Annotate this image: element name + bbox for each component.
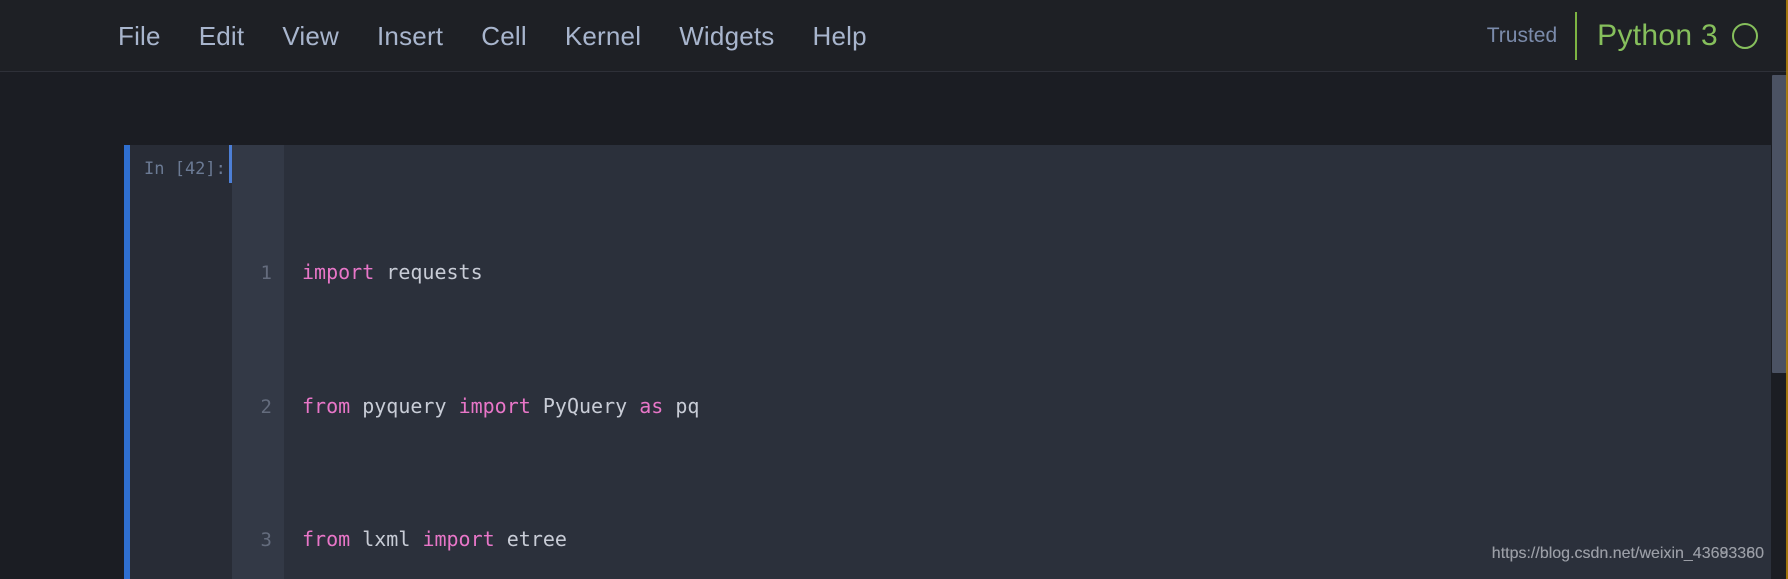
kernel-idle-circle-icon[interactable] [1732, 23, 1758, 49]
line-number: 3 [260, 529, 272, 552]
menu-item-file[interactable]: File [118, 23, 161, 49]
menu-item-kernel[interactable]: Kernel [565, 23, 641, 49]
menu-item-view[interactable]: View [282, 23, 339, 49]
menu-item-insert[interactable]: Insert [377, 23, 443, 49]
code-line-text: from pyquery import PyQuery as pq [302, 393, 700, 418]
line-number: 1 [260, 262, 272, 285]
code-line-text: from lxml import etree [302, 527, 567, 552]
jupyter-notebook-window: File Edit View Insert Cell Kernel Widget… [0, 0, 1788, 579]
cell-prompt-label: In [42]: [130, 145, 232, 579]
notebook-scroll-area[interactable]: In [42]: 1 import requests 2 from pyquer… [0, 73, 1788, 579]
code-line: 2 from pyquery import PyQuery as pq [232, 390, 1774, 423]
code-editor[interactable]: 1 import requests 2 from pyquery import … [232, 145, 1774, 579]
code-content[interactable]: 1 import requests 2 from pyquery import … [232, 145, 1774, 579]
vertical-scrollbar-thumb[interactable] [1772, 75, 1787, 373]
menu-bar-right: Trusted Python 3 [1487, 0, 1758, 72]
menu-item-list: File Edit View Insert Cell Kernel Widget… [118, 23, 867, 49]
kernel-name-label: Python 3 [1597, 19, 1718, 52]
line-number: 2 [260, 395, 272, 418]
menu-bar: File Edit View Insert Cell Kernel Widget… [0, 0, 1788, 72]
code-line: 3 from lxml import etree [232, 523, 1774, 556]
menubar-divider [1575, 12, 1578, 60]
menu-item-cell[interactable]: Cell [481, 23, 527, 49]
code-cell[interactable]: In [42]: 1 import requests 2 from pyquer… [124, 145, 1774, 579]
menu-item-widgets[interactable]: Widgets [679, 23, 774, 49]
menu-item-edit[interactable]: Edit [199, 23, 245, 49]
trusted-badge[interactable]: Trusted [1487, 24, 1575, 48]
menu-item-help[interactable]: Help [813, 23, 867, 49]
code-line: 1 import requests [232, 256, 1774, 289]
code-line-text: import requests [302, 260, 483, 285]
